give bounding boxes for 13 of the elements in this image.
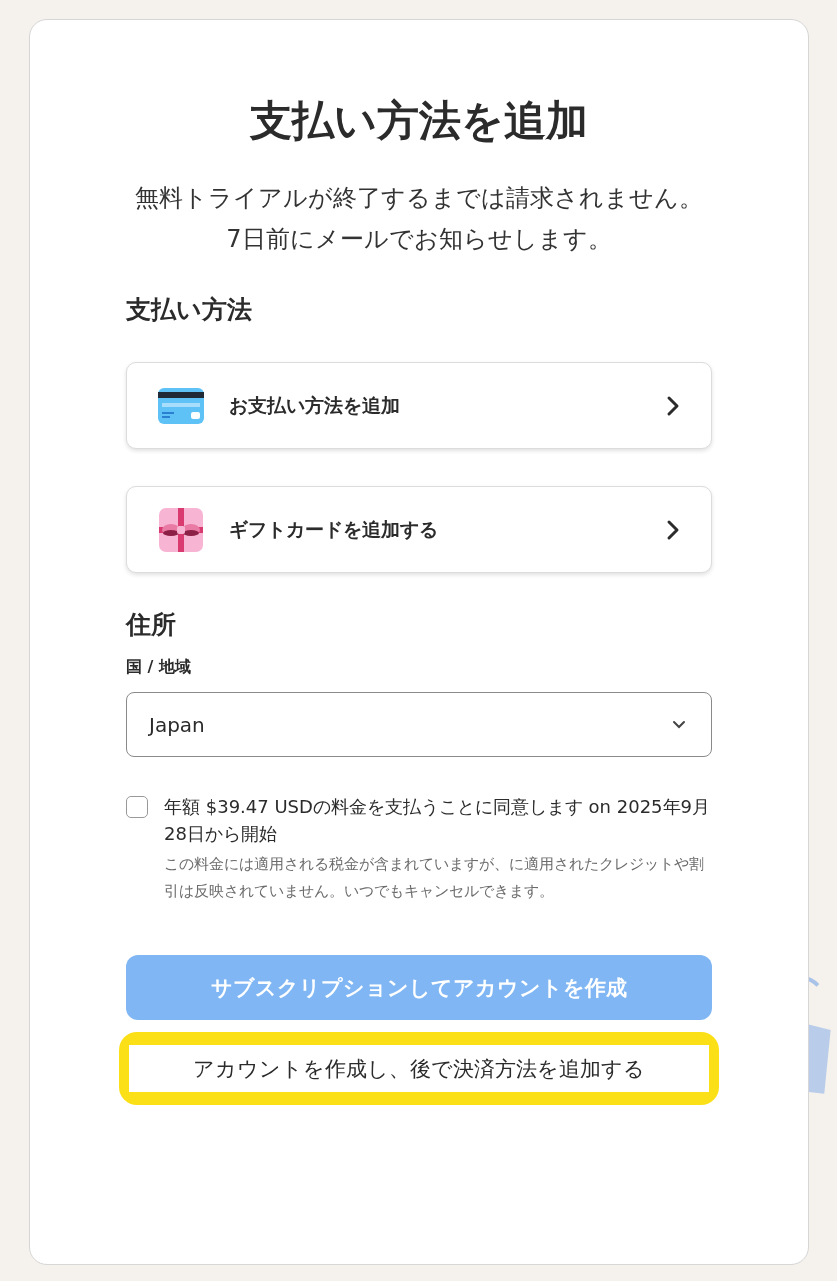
payment-option[interactable]: ギフトカードを追加する	[126, 486, 712, 573]
country-select[interactable]: Japan	[126, 692, 712, 757]
option-label: ギフトカードを追加する	[229, 516, 439, 542]
page-title: 支払い方法を追加	[249, 95, 589, 147]
section-heading: 住所	[126, 609, 177, 641]
subtitle-text: 無料トライアルが終了するまでは請求されません。7日前にメールでお知らせします。	[134, 183, 704, 255]
consent-label: 年額 $39.47 USDの料金を支払うことに同意します on 2025年9月28日から開始	[164, 795, 711, 846]
payment-option[interactable]: お支払い方法を追加	[126, 362, 712, 449]
create-account-later-button[interactable]: アカウントを作成し、後で決済方法を追加する	[129, 1045, 709, 1092]
option-label: お支払い方法を追加	[229, 392, 401, 418]
consent-note: この料金には適用される税金が含まれていますが、に適用されたクレジットや割引は反映されていません。いつでもキャンセルできます。	[164, 854, 705, 902]
section-heading: 支払い方法	[126, 294, 253, 326]
field-label: 国 / 地域	[126, 657, 192, 678]
